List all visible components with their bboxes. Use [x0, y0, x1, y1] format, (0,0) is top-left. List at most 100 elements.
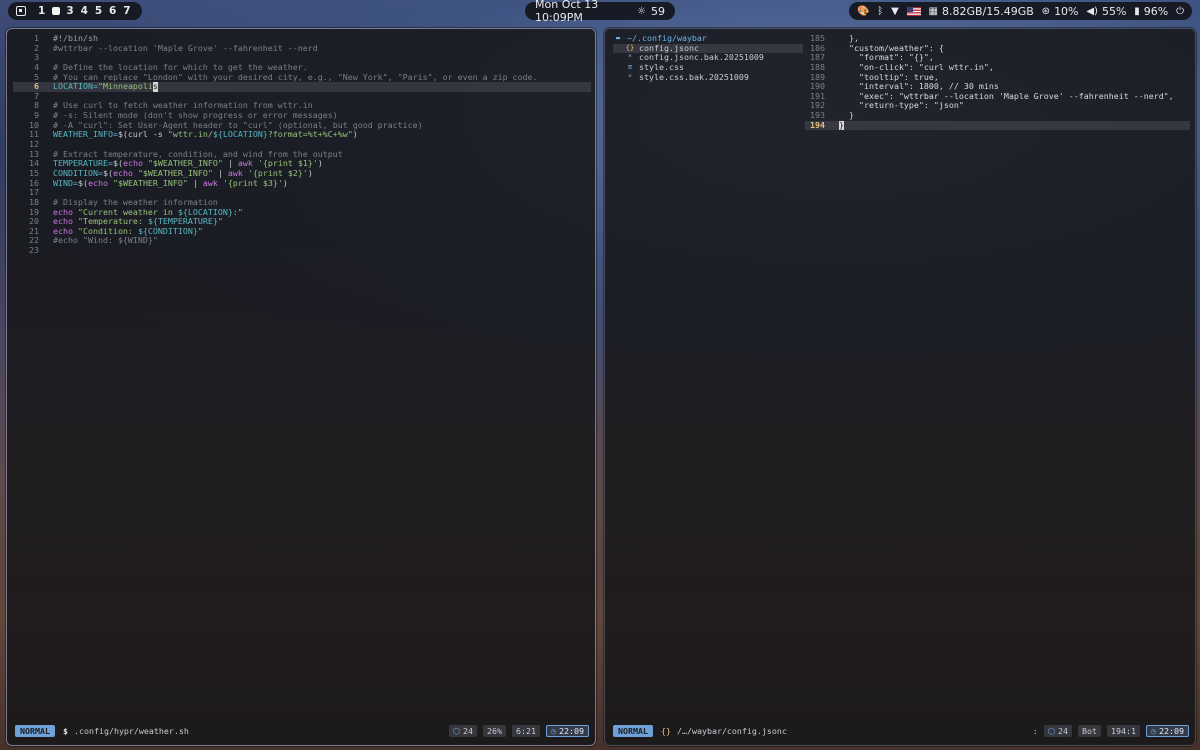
- editor-buffer-config-jsonc[interactable]: 185 }, 186 "custom/weather": {187 "format…: [805, 33, 1190, 131]
- code-token: awk: [202, 177, 223, 188]
- statusline-left: NORMAL $ .config/hypr/weather.sh ⬡ 24 26%…: [7, 724, 595, 738]
- editor-buffer-weather-sh[interactable]: 1 #!/bin/sh 2 #wttrbar --location 'Maple Gr…: [13, 33, 591, 256]
- code-token: ": [217, 216, 223, 227]
- workspace-2-active[interactable]: [49, 5, 63, 17]
- code-token: "Minneapoli: [97, 81, 153, 92]
- code-line[interactable]: 2 #wttrbar --location 'Maple Grove' --fah…: [13, 42, 591, 54]
- cursor-position: 194:1: [1107, 725, 1141, 737]
- volume-widget[interactable]: ◀) 55%: [1086, 5, 1126, 18]
- code-token: |: [187, 177, 203, 188]
- file-tree-item[interactable]: * style.css.bak.20251009: [613, 71, 803, 83]
- workspace-7[interactable]: 7: [120, 5, 134, 17]
- code-token: #echo "Wind: ${WIND}": [53, 235, 158, 246]
- power-icon[interactable]: ⏻: [1176, 6, 1184, 17]
- workspace-6[interactable]: 6: [106, 5, 120, 17]
- clock-icon: ◷: [1151, 726, 1157, 736]
- cursor-position: 6:21: [512, 725, 541, 737]
- file-path: {} /…/waybar/config.jsonc: [661, 726, 787, 736]
- keyboard-layout-flag-icon[interactable]: [906, 6, 921, 16]
- lsp-count: 24: [1058, 726, 1069, 736]
- code-line[interactable]: 16 WIND= $(echo "$WEATHER_INFO" | awk '{pr…: [13, 177, 591, 189]
- scroll-percent: 26%: [483, 725, 507, 737]
- battery-widget[interactable]: ▮ 96%: [1134, 5, 1168, 18]
- weather-widget[interactable]: ☼ 59: [637, 5, 665, 18]
- json-file-icon: {}: [660, 726, 671, 736]
- statusline-clock: ◷ 22:09: [1146, 725, 1189, 737]
- code-token: ): [317, 158, 323, 169]
- status-module: 🎨 ᛒ ▼ ▦ 8.82GB/15.49GB ⊛ 10% ◀) 55% ▮ 96…: [849, 2, 1192, 20]
- cpu-value: 10%: [1054, 4, 1079, 18]
- app-launcher-icon[interactable]: [16, 6, 26, 16]
- palette-icon[interactable]: 🎨: [857, 6, 869, 17]
- code-token: echo: [87, 177, 113, 188]
- lsp-indicator: ⬡ 24: [1043, 725, 1073, 737]
- workspaces-module: 1 3 4 5 6 7: [8, 2, 142, 20]
- code-token: #wttrbar --location 'Maple Grove' --fahr…: [53, 42, 318, 53]
- battery-value: 96%: [1143, 4, 1169, 18]
- lsp-count: 24: [463, 726, 474, 736]
- code-token: :": [232, 206, 243, 217]
- code-token: $(: [77, 177, 88, 188]
- wifi-icon[interactable]: ▼: [891, 6, 899, 17]
- code-token: "$WEATHER_INFO": [112, 177, 188, 188]
- code-line[interactable]: 194}: [805, 119, 1190, 131]
- clock-icon: ◷: [551, 726, 557, 736]
- weather-temp: 59: [651, 4, 665, 18]
- code-token: '{print $3}': [222, 177, 283, 188]
- code-line[interactable]: 193 }: [805, 110, 1190, 121]
- shell-prefix: $: [62, 726, 68, 736]
- file-tree: ▬ ~/.config/waybar {} config.jsonc * config…: [613, 33, 803, 83]
- folder-icon: ▬: [615, 34, 621, 42]
- json-file-icon: {}: [625, 43, 635, 52]
- workspace-5[interactable]: 5: [91, 5, 105, 17]
- cpu-widget[interactable]: ⊛ 10%: [1042, 5, 1079, 18]
- code-line[interactable]: 22 #echo "Wind: ${WIND}": [13, 236, 591, 246]
- clock-weather-module: Mon Oct 13 10:09PM ☼ 59: [525, 0, 675, 24]
- code-token: s: [152, 81, 158, 92]
- file-path-text: .config/hypr/weather.sh: [73, 726, 189, 736]
- code-line[interactable]: 23: [13, 245, 591, 256]
- volume-value: 55%: [1101, 4, 1127, 18]
- mode-indicator: NORMAL: [15, 725, 55, 737]
- statusline-time: 22:09: [559, 726, 584, 736]
- lsp-indicator: ⬡ 24: [448, 725, 478, 737]
- code-token: ${LOCATION}: [212, 129, 268, 140]
- workspace-3[interactable]: 3: [63, 5, 77, 17]
- statusline-right-segment: : ⬡ 24 Bot 194:1 ◷ 22:09: [1033, 725, 1189, 737]
- code-token: }: [839, 119, 844, 131]
- battery-icon: ▮: [1134, 5, 1140, 17]
- active-workspace-icon: [51, 7, 60, 15]
- code-token: "wttr.in/: [167, 129, 213, 140]
- workspace-4[interactable]: 4: [77, 5, 91, 17]
- code-token: $(curl -s: [117, 129, 168, 140]
- file-tree-item-label: style.css.bak.20251009: [639, 71, 749, 82]
- clock[interactable]: Mon Oct 13 10:09PM: [535, 0, 637, 24]
- bluetooth-icon[interactable]: ᛒ: [877, 6, 883, 17]
- line-number: 23: [29, 245, 39, 256]
- code-token: ): [307, 167, 313, 178]
- code-token: ?format=%t+%C+%w": [267, 129, 353, 140]
- file-path-text: /…/waybar/config.jsonc: [676, 726, 787, 736]
- terminal-window-left[interactable]: 1 #!/bin/sh 2 #wttrbar --location 'Maple Gr…: [6, 28, 596, 746]
- statusline-right: NORMAL {} /…/waybar/config.jsonc : ⬡ 24 B…: [605, 724, 1195, 738]
- cube-icon: ⬡: [1047, 726, 1056, 736]
- line-number: 194: [810, 119, 825, 130]
- code-line[interactable]: 6 LOCATION= "Minneapoli s: [13, 82, 591, 92]
- memory-widget[interactable]: ▦ 8.82GB/15.49GB: [929, 5, 1034, 18]
- terminal-window-right[interactable]: ▬ ~/.config/waybar {} config.jsonc * config…: [604, 28, 1196, 746]
- statusline-time: 22:09: [1159, 726, 1184, 736]
- mode-indicator: NORMAL: [613, 725, 653, 737]
- code-token: ): [282, 177, 288, 188]
- cpu-icon: ⊛: [1041, 5, 1051, 17]
- code-token: ": [197, 225, 203, 236]
- code-token: "return-type": "json": [839, 100, 964, 111]
- code-line[interactable]: 192 "return-type": "json": [805, 101, 1190, 111]
- waybar: 1 3 4 5 6 7 Mon Oct 13 10:09PM ☼ 59 🎨 ᛒ …: [0, 0, 1200, 24]
- plain-file-icon: *: [627, 72, 633, 81]
- code-token: WIND=: [53, 177, 78, 188]
- workspace-1[interactable]: 1: [35, 5, 49, 17]
- statusline-right-segment: ⬡ 24 26% 6:21 ◷ 22:09: [448, 725, 589, 737]
- code-token: WEATHER_INFO=: [53, 129, 118, 140]
- file-path: $ .config/hypr/weather.sh: [63, 726, 189, 736]
- code-line[interactable]: 11 WEATHER_INFO= $(curl -s "wttr.in/${LOCA…: [13, 130, 591, 140]
